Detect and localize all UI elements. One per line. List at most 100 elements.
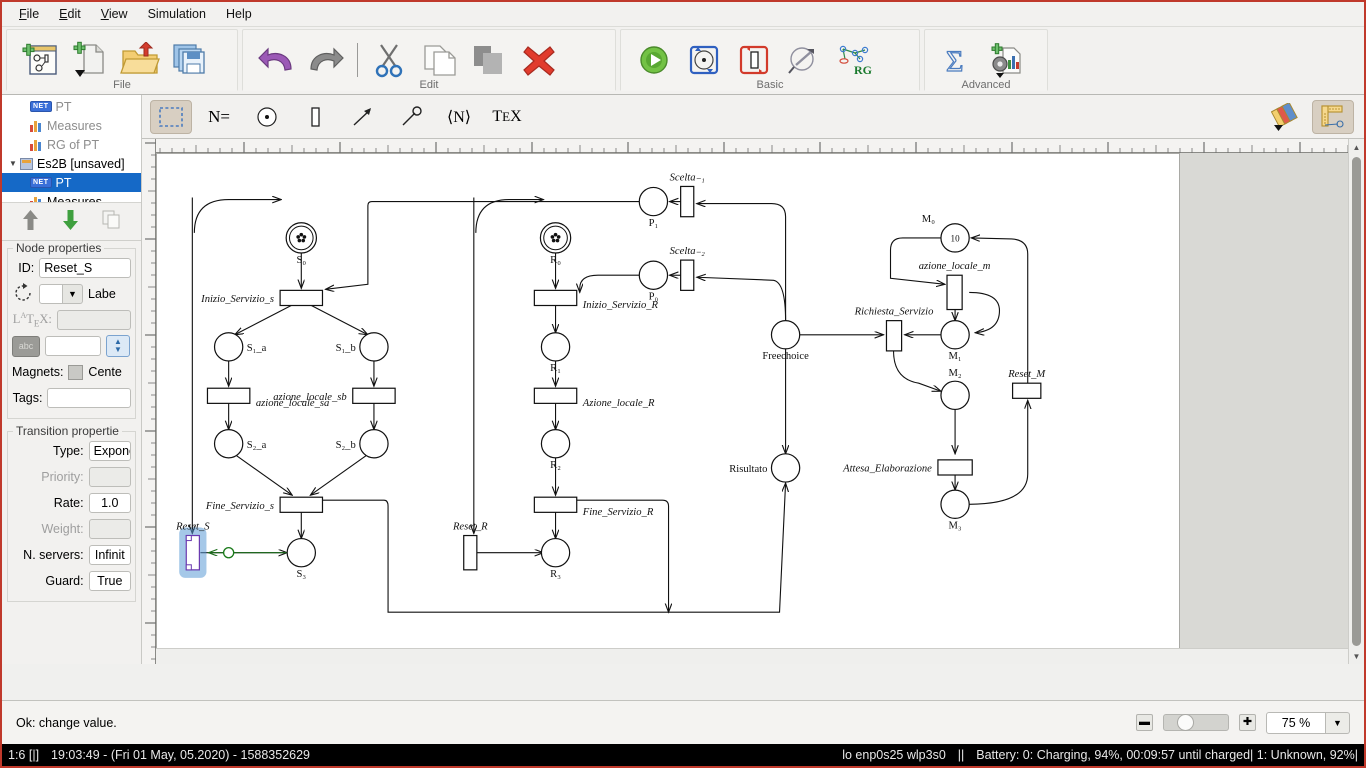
redo-button[interactable] xyxy=(301,36,351,84)
guard-field[interactable]: True xyxy=(88,571,131,591)
place-S3[interactable] xyxy=(286,537,317,568)
vertical-scroll-thumb[interactable] xyxy=(1352,157,1361,646)
place-S1_b[interactable] xyxy=(359,332,389,362)
place-M3[interactable] xyxy=(940,489,970,519)
place-S0[interactable] xyxy=(285,222,318,254)
arc[interactable] xyxy=(311,305,368,335)
arc[interactable] xyxy=(697,204,787,321)
transition-Azione_locale_R[interactable] xyxy=(533,387,578,404)
latex-field[interactable] xyxy=(56,310,131,330)
type-field[interactable]: Expone xyxy=(88,441,131,461)
transition-Reset_R[interactable] xyxy=(463,534,478,571)
zoom-slider-knob[interactable] xyxy=(1177,714,1194,731)
new-net-button[interactable] xyxy=(15,36,65,84)
menu-file[interactable]: File xyxy=(10,4,48,24)
arc[interactable] xyxy=(310,455,367,495)
inhibitor-arc-tool[interactable] xyxy=(390,100,432,134)
petri-net-diagram[interactable]: 10 S₀S₁_a S₁_bS₂_a S₂_bS₃P₁P₀R₀R₁R₂R₃Freec… xyxy=(156,153,1197,648)
place-P0[interactable] xyxy=(638,260,669,290)
expression-tool[interactable]: ⟨N⟩ xyxy=(438,100,480,134)
duplicate-icon[interactable] xyxy=(102,210,122,233)
place-S2_b[interactable] xyxy=(359,428,389,459)
place-R1[interactable] xyxy=(540,332,571,362)
vertical-scrollbar[interactable]: ▲ ▼ xyxy=(1348,139,1364,664)
measure-ruler-button[interactable] xyxy=(1312,99,1354,134)
new-report-button[interactable] xyxy=(983,36,1033,84)
select-tool[interactable] xyxy=(150,99,192,134)
arc[interactable] xyxy=(326,201,640,290)
menu-view[interactable]: View xyxy=(92,4,137,24)
chevron-down-icon[interactable]: ▼ xyxy=(1326,711,1350,734)
sum-measures-button[interactable]: Σ xyxy=(933,36,983,84)
place-S1_a[interactable] xyxy=(213,332,244,362)
chevron-down-icon[interactable]: ▼ xyxy=(63,284,83,304)
arc-tool[interactable] xyxy=(342,100,384,134)
menu-edit[interactable]: Edit xyxy=(50,4,90,24)
minus-box-icon[interactable]: ▬ xyxy=(1136,714,1153,731)
tree-row-rg-of-pt[interactable]: RG of PT xyxy=(2,135,141,154)
copy-button[interactable] xyxy=(414,36,464,84)
place-S2_a[interactable] xyxy=(213,428,244,459)
resize-handle[interactable] xyxy=(185,564,192,571)
up-down-spinner-icon[interactable]: ▲ ▼ xyxy=(106,335,130,357)
id-field[interactable]: Reset_S xyxy=(39,258,131,278)
transition-tool[interactable] xyxy=(294,100,336,134)
undo-button[interactable] xyxy=(251,36,301,84)
servers-field[interactable]: Infinit xyxy=(88,545,131,565)
place-Risultato[interactable] xyxy=(770,453,801,483)
save-button[interactable] xyxy=(165,36,215,84)
zoom-level-value[interactable]: 75 % xyxy=(1266,711,1326,734)
open-button[interactable] xyxy=(115,36,165,84)
transition-azione_locale_m[interactable] xyxy=(946,274,963,311)
transition-Reset_M[interactable] xyxy=(1011,382,1042,399)
paste-button[interactable] xyxy=(464,36,514,84)
tree-row-project-es2b[interactable]: ▼ Es2B [unsaved] xyxy=(2,154,141,173)
transition-azione_locale_sa[interactable] xyxy=(206,387,251,404)
resize-handle[interactable] xyxy=(185,535,192,542)
place-tool[interactable] xyxy=(246,100,288,134)
transition-azione_locale_sb[interactable] xyxy=(352,387,396,404)
arc[interactable] xyxy=(235,305,292,335)
tree-row-measures-2[interactable]: Measures xyxy=(2,192,141,202)
transition-Fine_Servizio_R[interactable] xyxy=(533,496,578,513)
horizontal-scrollbar[interactable] xyxy=(156,648,1348,664)
tree-row-measures-1[interactable]: Measures xyxy=(2,116,141,135)
tree-row-pt-1[interactable]: NET PT xyxy=(2,97,141,116)
scroll-up-icon[interactable]: ▲ xyxy=(1349,139,1364,155)
cut-button[interactable] xyxy=(364,36,414,84)
marking-tool[interactable]: N= xyxy=(198,100,240,134)
project-tree[interactable]: NET PT Measures RG of PT ▼ Es2B [unsaved… xyxy=(2,95,141,203)
delete-button[interactable] xyxy=(514,36,564,84)
petri-net-sheet[interactable]: 10 S₀ S₁_a S₁_b S₂_a S₂_b S₃ P₁ P₀ R₀ R₁ R₂ R₃ Freec… xyxy=(156,153,1180,648)
font-field[interactable] xyxy=(45,336,101,356)
arc-midpoint-handle[interactable] xyxy=(222,546,235,559)
transition-Attesa_Elaborazione[interactable] xyxy=(937,459,973,476)
menu-simulation[interactable]: Simulation xyxy=(139,4,215,24)
reachability-graph-button[interactable]: RG xyxy=(829,36,879,84)
arc[interactable] xyxy=(475,200,544,233)
zoom-slider[interactable] xyxy=(1163,714,1229,731)
arc[interactable] xyxy=(236,455,292,495)
place-R3[interactable] xyxy=(540,537,571,568)
transition-Fine_Servizio_s[interactable] xyxy=(279,496,324,513)
arc[interactable] xyxy=(892,350,941,391)
canvas-viewport[interactable]: 10 S₀ S₁_a S₁_b S₂_a S₂_b S₃ P₁ P₀ R₀ R₁ R₂ R₃ Freec… xyxy=(156,153,1348,648)
menu-help[interactable]: Help xyxy=(217,4,261,24)
arc[interactable] xyxy=(580,274,640,292)
tex-tool[interactable]: TEX xyxy=(486,100,528,134)
transition-Scelta_1[interactable] xyxy=(680,185,695,218)
weight-field[interactable] xyxy=(88,519,131,539)
plus-box-icon[interactable]: ✚ xyxy=(1239,714,1256,731)
transition-Scelta_2[interactable] xyxy=(680,259,695,291)
place-R2[interactable] xyxy=(540,428,571,459)
arc[interactable] xyxy=(969,400,1028,505)
magnets-swatch-icon[interactable] xyxy=(68,364,84,380)
transition-step-button[interactable] xyxy=(729,36,779,84)
arc[interactable] xyxy=(697,277,787,321)
transition-Richiesta_Servizio[interactable] xyxy=(885,320,903,352)
run-simulation-button[interactable] xyxy=(629,36,679,84)
font-icon[interactable]: abc xyxy=(12,335,40,357)
arrow-down-icon[interactable] xyxy=(62,209,79,234)
rotate-icon[interactable] xyxy=(12,282,34,306)
scroll-down-icon[interactable]: ▼ xyxy=(1349,648,1364,664)
